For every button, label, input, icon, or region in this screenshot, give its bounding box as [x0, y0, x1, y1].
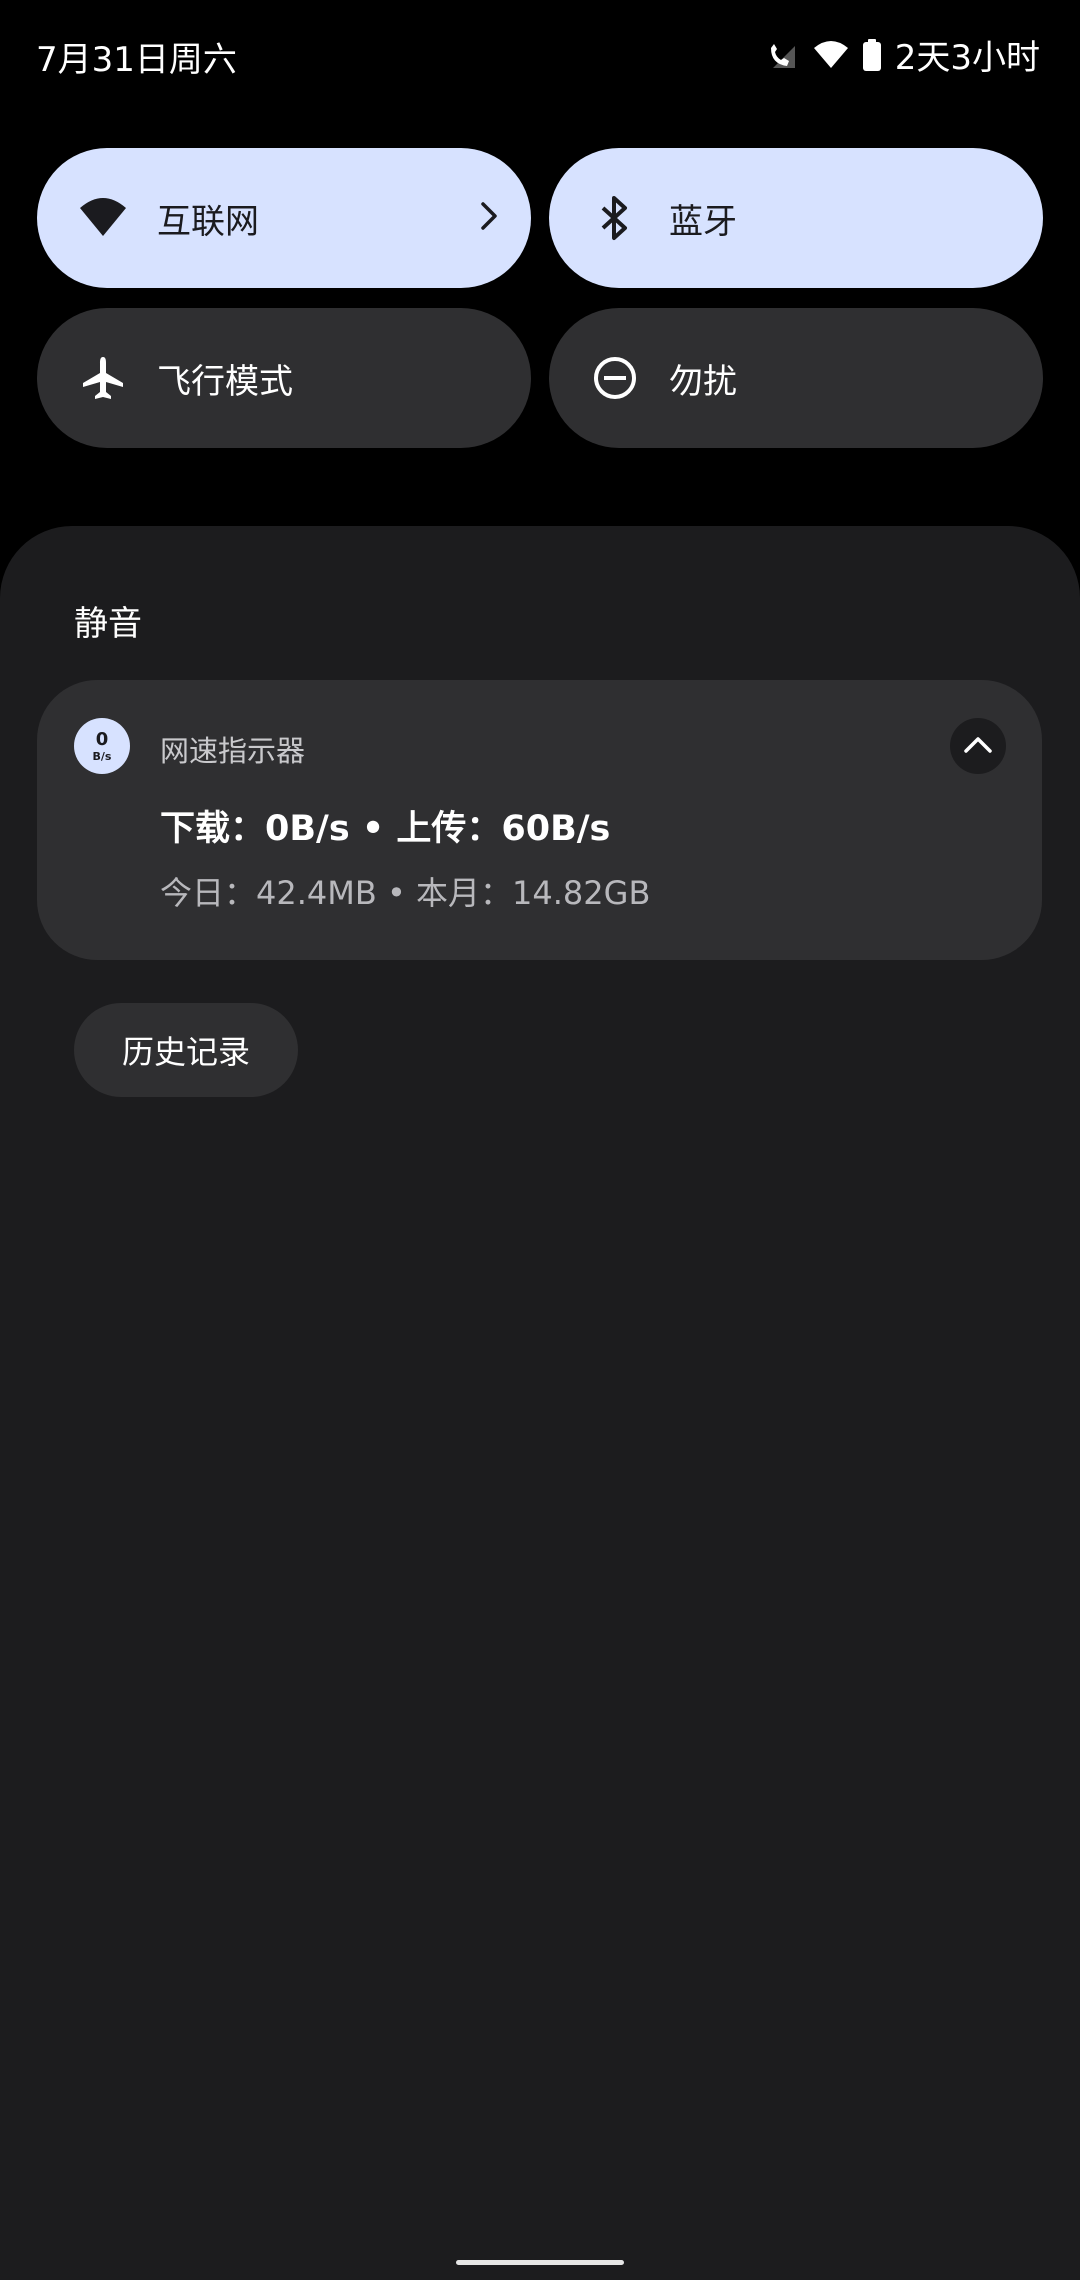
tile-airplane-mode-label: 飞行模式 — [157, 361, 293, 402]
notification-text: 今日：42.4MB • 本月：14.82GB — [160, 874, 651, 912]
tile-do-not-disturb-label: 勿扰 — [669, 361, 737, 402]
status-icons: 2天3小时 — [765, 30, 1040, 79]
chevron-right-icon — [477, 200, 501, 236]
call-signal-icon — [765, 38, 799, 72]
tile-bluetooth[interactable]: 蓝牙 — [549, 148, 1043, 288]
airplane-icon — [75, 350, 131, 406]
speed-indicator-app-icon: 0 B/s — [74, 718, 130, 774]
tile-bluetooth-label: 蓝牙 — [669, 201, 737, 242]
battery-remaining-text: 2天3小时 — [894, 38, 1040, 78]
bluetooth-icon — [587, 190, 643, 246]
notification-app-name: 网速指示器 — [160, 734, 306, 768]
notification-title: 下载：0B/s • 上传：60B/s — [160, 809, 611, 849]
app-icon-unit: B/s — [92, 749, 112, 763]
app-icon-value: 0 — [95, 728, 109, 750]
status-date: 7月31日周六 — [36, 40, 237, 80]
battery-icon — [862, 38, 881, 71]
wifi-icon — [75, 190, 131, 246]
section-title-silent: 静音 — [74, 604, 142, 644]
wifi-status-icon — [813, 40, 849, 70]
tile-do-not-disturb[interactable]: 勿扰 — [549, 308, 1043, 448]
status-bar: 7月31日周六 2天3小时 — [0, 0, 1080, 110]
tile-airplane-mode[interactable]: 飞行模式 — [37, 308, 531, 448]
tile-internet-label: 互联网 — [157, 201, 259, 242]
chevron-up-icon — [963, 734, 993, 758]
collapse-notification-button[interactable] — [950, 718, 1006, 774]
tile-internet[interactable]: 互联网 — [37, 148, 531, 288]
history-button[interactable]: 历史记录 — [74, 1003, 298, 1097]
do-not-disturb-icon — [587, 350, 643, 406]
home-indicator[interactable] — [456, 2260, 624, 2265]
